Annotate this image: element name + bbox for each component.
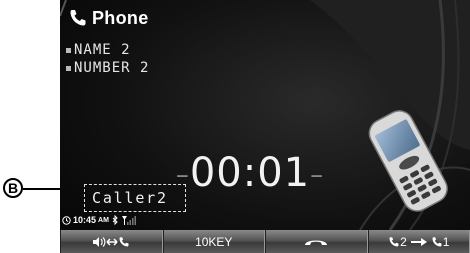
line-to: 1 xyxy=(442,234,450,249)
arrow-right-icon xyxy=(410,237,427,246)
signal-icon xyxy=(121,215,136,225)
contact-number-row: NUMBER 2 xyxy=(66,60,149,76)
caller-name: Caller2 xyxy=(92,189,168,207)
softkey-bar: 10KEY 2 1 xyxy=(60,230,470,253)
status-ampm: AM xyxy=(98,216,109,224)
contact-name: NAME 2 xyxy=(74,42,131,58)
phone-icon xyxy=(432,236,442,246)
swap-arrows-icon xyxy=(106,237,118,246)
switch-line-button[interactable]: 2 1 xyxy=(367,230,470,253)
bluetooth-icon xyxy=(112,215,118,225)
line-from: 2 xyxy=(400,234,407,249)
screen-title-text: Phone xyxy=(92,7,149,28)
hang-up-button[interactable] xyxy=(265,230,368,253)
clock-icon xyxy=(62,215,71,225)
phone-icon xyxy=(119,236,129,246)
call-duration: 00:01 xyxy=(189,150,311,196)
callout-line xyxy=(23,188,63,190)
callout-label: B xyxy=(3,178,23,198)
bullet-icon xyxy=(66,65,71,71)
status-time: 10:45 xyxy=(73,215,97,225)
mobile-phone-graphic xyxy=(368,110,448,212)
phone-icon xyxy=(389,236,399,246)
callout-marker: B xyxy=(0,178,63,202)
contact-number: NUMBER 2 xyxy=(74,60,150,76)
screen-title: Phone xyxy=(68,6,149,30)
timer-dash-right: – xyxy=(310,160,325,190)
bullet-icon xyxy=(66,47,71,53)
keypad-button-label: 10KEY xyxy=(195,234,233,249)
phone-screen: Phone NAME 2 NUMBER 2 –00:01– Caller2 10… xyxy=(60,0,470,253)
speaker-icon xyxy=(93,236,106,247)
keypad-button[interactable]: 10KEY xyxy=(162,230,265,253)
status-bar: 10:45 AM xyxy=(62,213,138,227)
phone-icon xyxy=(70,10,86,26)
contact-name-row: NAME 2 xyxy=(66,42,131,58)
audio-transfer-button[interactable] xyxy=(60,230,163,253)
hang-up-icon xyxy=(305,240,328,245)
